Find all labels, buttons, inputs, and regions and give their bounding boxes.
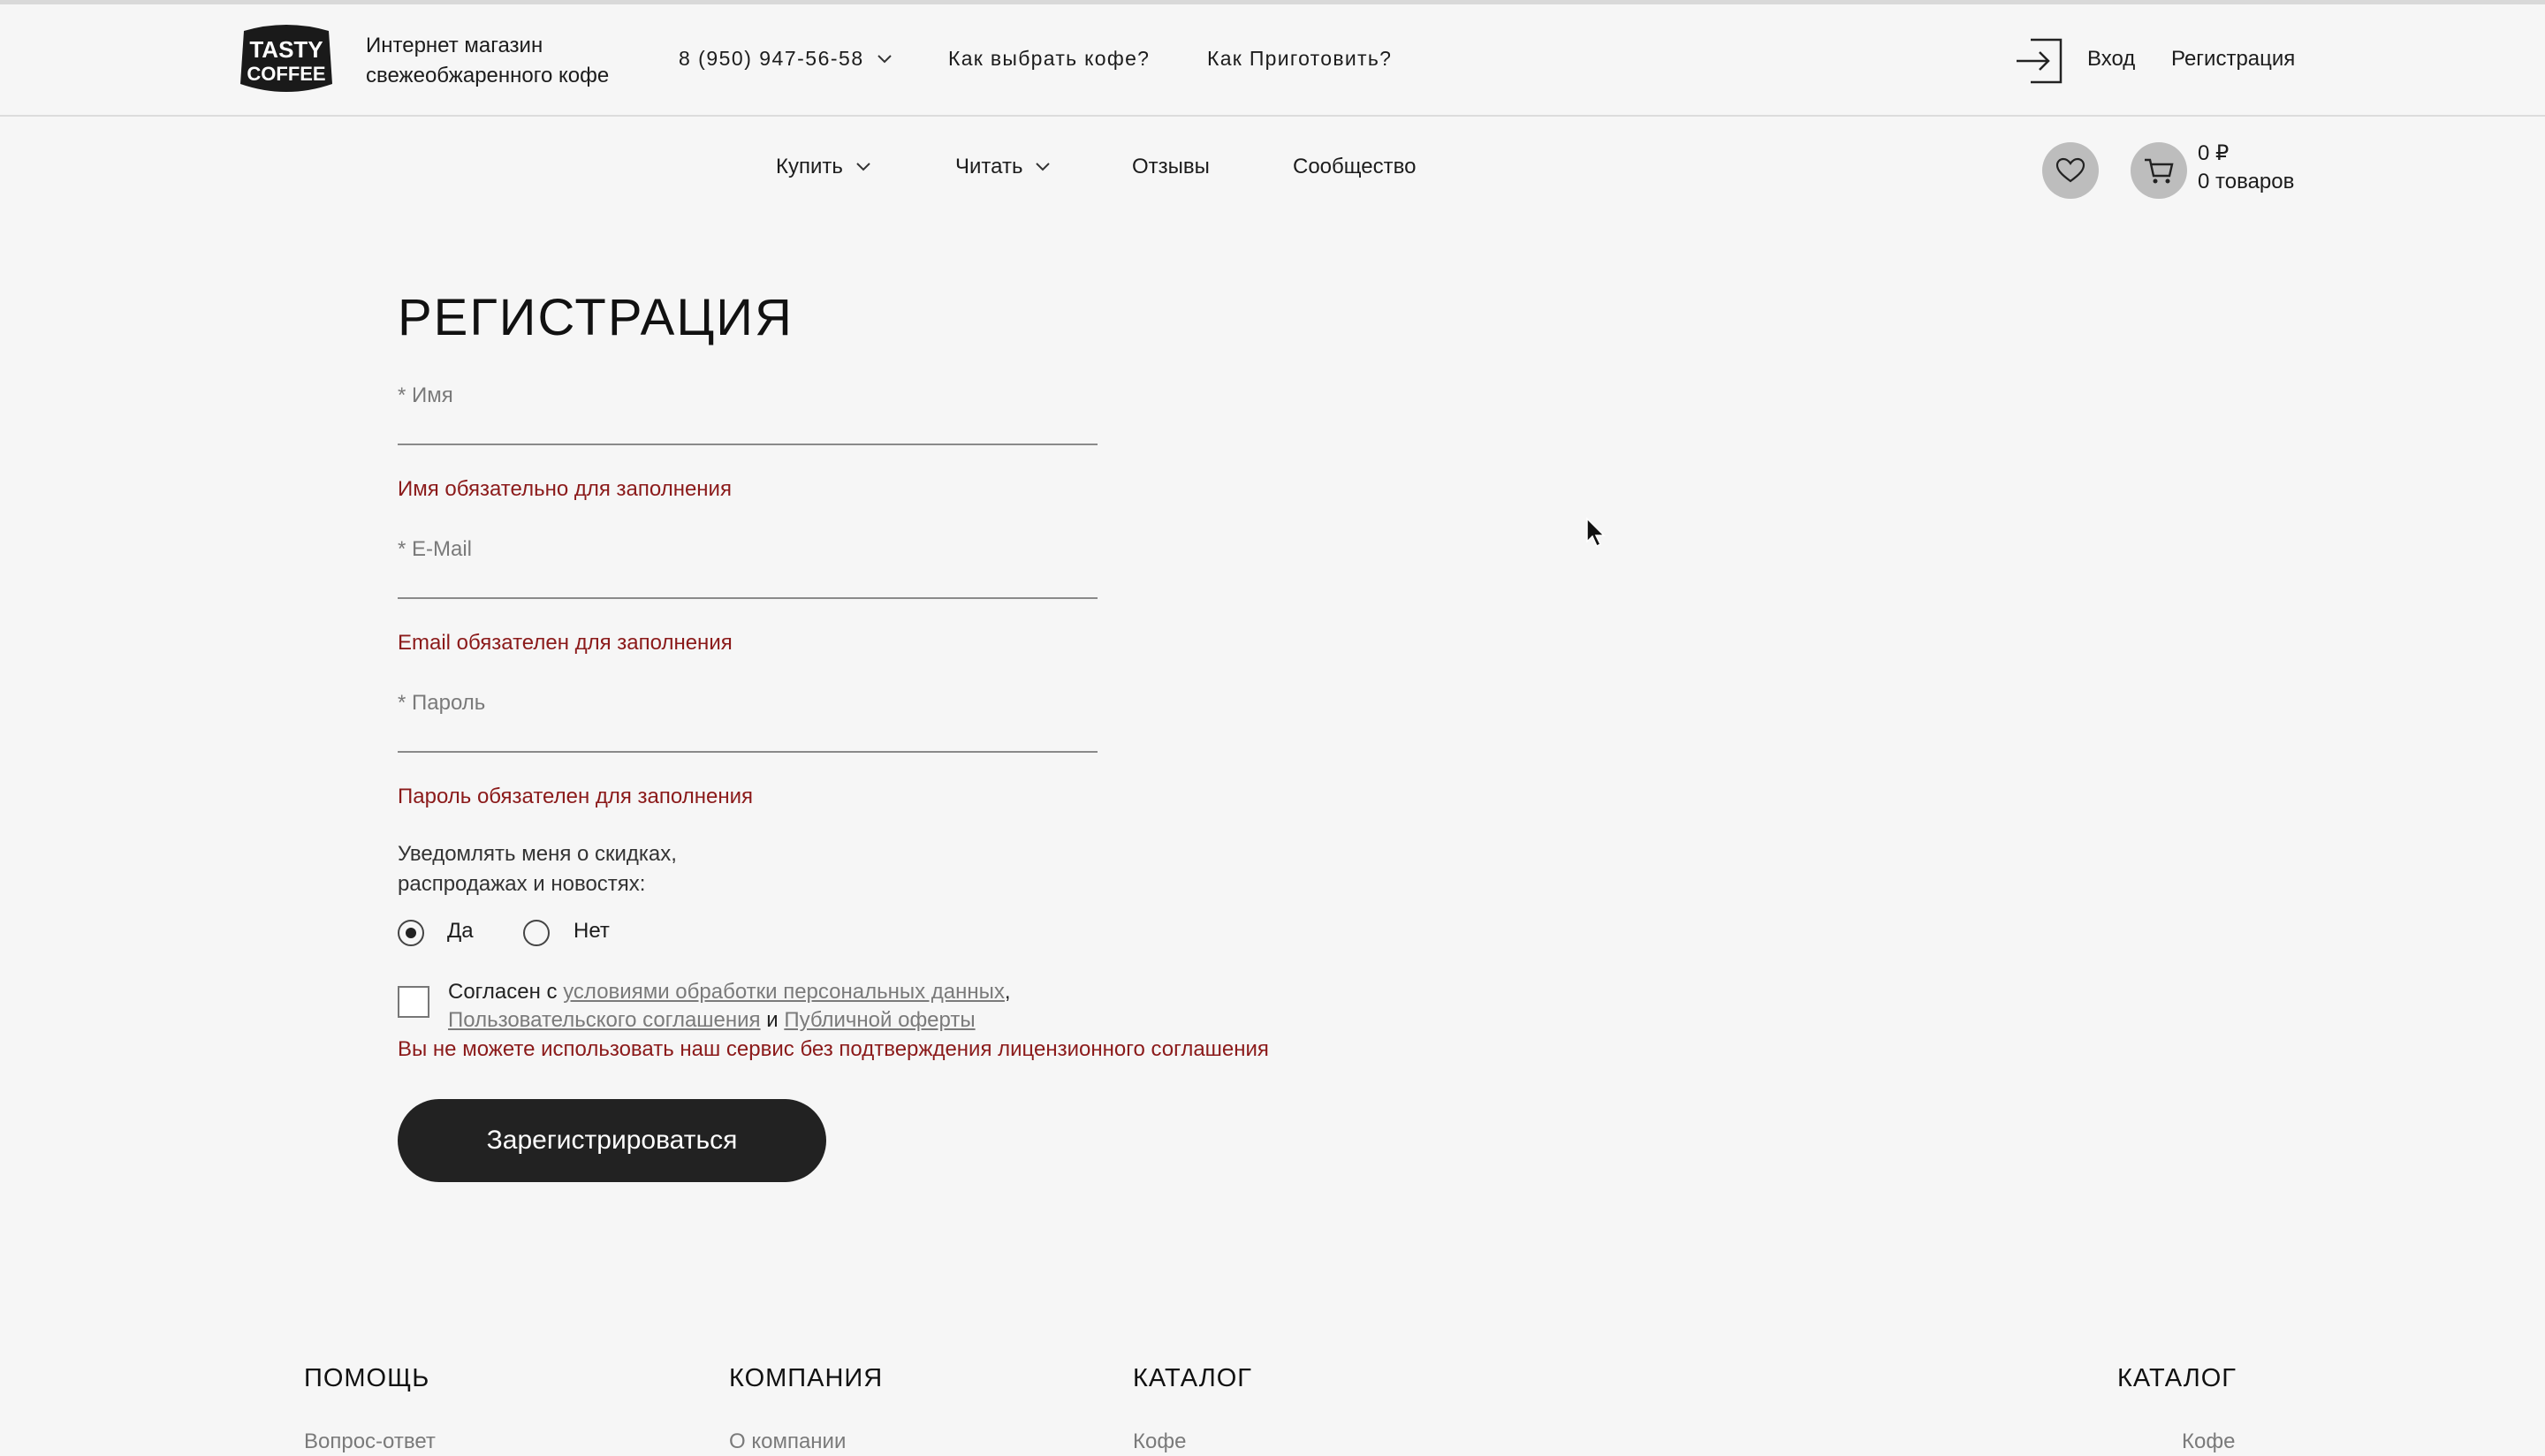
- email-input[interactable]: [398, 564, 1098, 599]
- login-link[interactable]: Вход: [2087, 47, 2135, 72]
- agree-prefix: Согласен с: [448, 980, 558, 1004]
- cart-summary[interactable]: 0 ₽ 0 товаров: [2198, 140, 2294, 196]
- header: TASTY COFFEE Интернет магазин свежеобжар…: [0, 4, 2545, 117]
- nav-read-label: Читать: [955, 155, 1023, 178]
- link-how-to-choose[interactable]: Как выбрать кофе?: [948, 47, 1150, 71]
- agree-checkbox[interactable]: [398, 986, 429, 1018]
- logo-text-bottom: COFFEE: [247, 63, 325, 85]
- agree-text: Согласен с условиями обработки персональ…: [448, 978, 1011, 1035]
- agree-line1: Согласен с условиями обработки персональ…: [448, 978, 1011, 1006]
- name-label: * Имя: [398, 383, 453, 407]
- logo-icon[interactable]: TASTY COFFEE: [237, 22, 336, 96]
- cart-icon: [2145, 158, 2174, 184]
- password-label: * Пароль: [398, 691, 486, 715]
- phone-dropdown[interactable]: 8 (950) 947-56-58: [679, 47, 893, 71]
- chevron-down-icon: [877, 54, 892, 63]
- chevron-down-icon: [1036, 163, 1051, 171]
- page-title: РЕГИСТРАЦИЯ: [398, 289, 794, 346]
- cursor-icon: [1586, 517, 1606, 548]
- cart-sum: 0 ₽: [2198, 141, 2230, 165]
- favorites-button[interactable]: [2042, 142, 2099, 199]
- register-submit-button[interactable]: Зарегистрироваться: [398, 1099, 826, 1182]
- cart-button[interactable]: [2131, 142, 2187, 199]
- tagline-line2: свежеобжаренного кофе: [366, 64, 610, 87]
- radio-no-label[interactable]: Нет: [574, 919, 610, 944]
- radio-yes-label[interactable]: Да: [447, 919, 474, 944]
- user-agreement-link[interactable]: Пользовательского соглашения: [448, 1008, 761, 1032]
- tagline-line1: Интернет магазин: [366, 34, 543, 57]
- agree-and: и: [766, 1008, 779, 1032]
- phone-number: 8 (950) 947-56-58: [679, 47, 864, 70]
- nav-community[interactable]: Сообщество: [1293, 155, 1416, 179]
- email-label: * E-Mail: [398, 537, 473, 561]
- name-input[interactable]: [398, 410, 1098, 445]
- agree-line2: Пользовательского соглашения и Публичной…: [448, 1006, 1011, 1035]
- footer-about-link[interactable]: О компании: [729, 1429, 846, 1454]
- footer-faq-link[interactable]: Вопрос-ответ: [304, 1429, 436, 1454]
- radio-no[interactable]: [523, 920, 550, 946]
- password-input[interactable]: [398, 717, 1098, 753]
- nav-reviews[interactable]: Отзывы: [1132, 155, 1210, 179]
- login-icon[interactable]: [2015, 36, 2064, 86]
- email-error: Email обязателен для заполнения: [398, 631, 733, 655]
- license-error: Вы не можете использовать наш сервис без…: [398, 1037, 1269, 1061]
- nav-buy-label: Купить: [776, 155, 843, 178]
- link-how-to-brew[interactable]: Как Приготовить?: [1207, 47, 1392, 71]
- public-offer-link[interactable]: Публичной оферты: [784, 1008, 975, 1032]
- name-error: Имя обязательно для заполнения: [398, 477, 732, 501]
- footer-coffee-link-right[interactable]: Кофе: [2182, 1429, 2235, 1454]
- register-link[interactable]: Регистрация: [2171, 47, 2295, 72]
- cart-count: 0 товаров: [2198, 170, 2295, 193]
- password-error: Пароль обязателен для заполнения: [398, 785, 753, 808]
- notify-text: Уведомлять меня о скидках, распродажах и…: [398, 839, 677, 899]
- tagline: Интернет магазин свежеобжаренного кофе: [366, 31, 609, 91]
- agree-comma: ,: [1004, 980, 1011, 1004]
- nav-read[interactable]: Читать: [955, 155, 1051, 179]
- nav-buy[interactable]: Купить: [776, 155, 871, 179]
- footer-catalog-title-right: КАТАЛОГ: [2117, 1364, 2237, 1392]
- footer-catalog-title: КАТАЛОГ: [1133, 1364, 1252, 1392]
- footer-coffee-link[interactable]: Кофе: [1133, 1429, 1186, 1454]
- personal-data-link[interactable]: условиями обработки персональных данных: [563, 980, 1005, 1004]
- notify-line2: распродажах и новостях:: [398, 872, 646, 896]
- logo-text-top: TASTY: [249, 36, 323, 63]
- notify-line1: Уведомлять меня о скидках,: [398, 842, 677, 866]
- footer-help-title: ПОМОЩЬ: [304, 1364, 430, 1392]
- radio-yes[interactable]: [398, 920, 424, 946]
- heart-icon: [2055, 157, 2085, 183]
- chevron-down-icon: [856, 163, 870, 171]
- footer-company-title: КОМПАНИЯ: [729, 1364, 884, 1392]
